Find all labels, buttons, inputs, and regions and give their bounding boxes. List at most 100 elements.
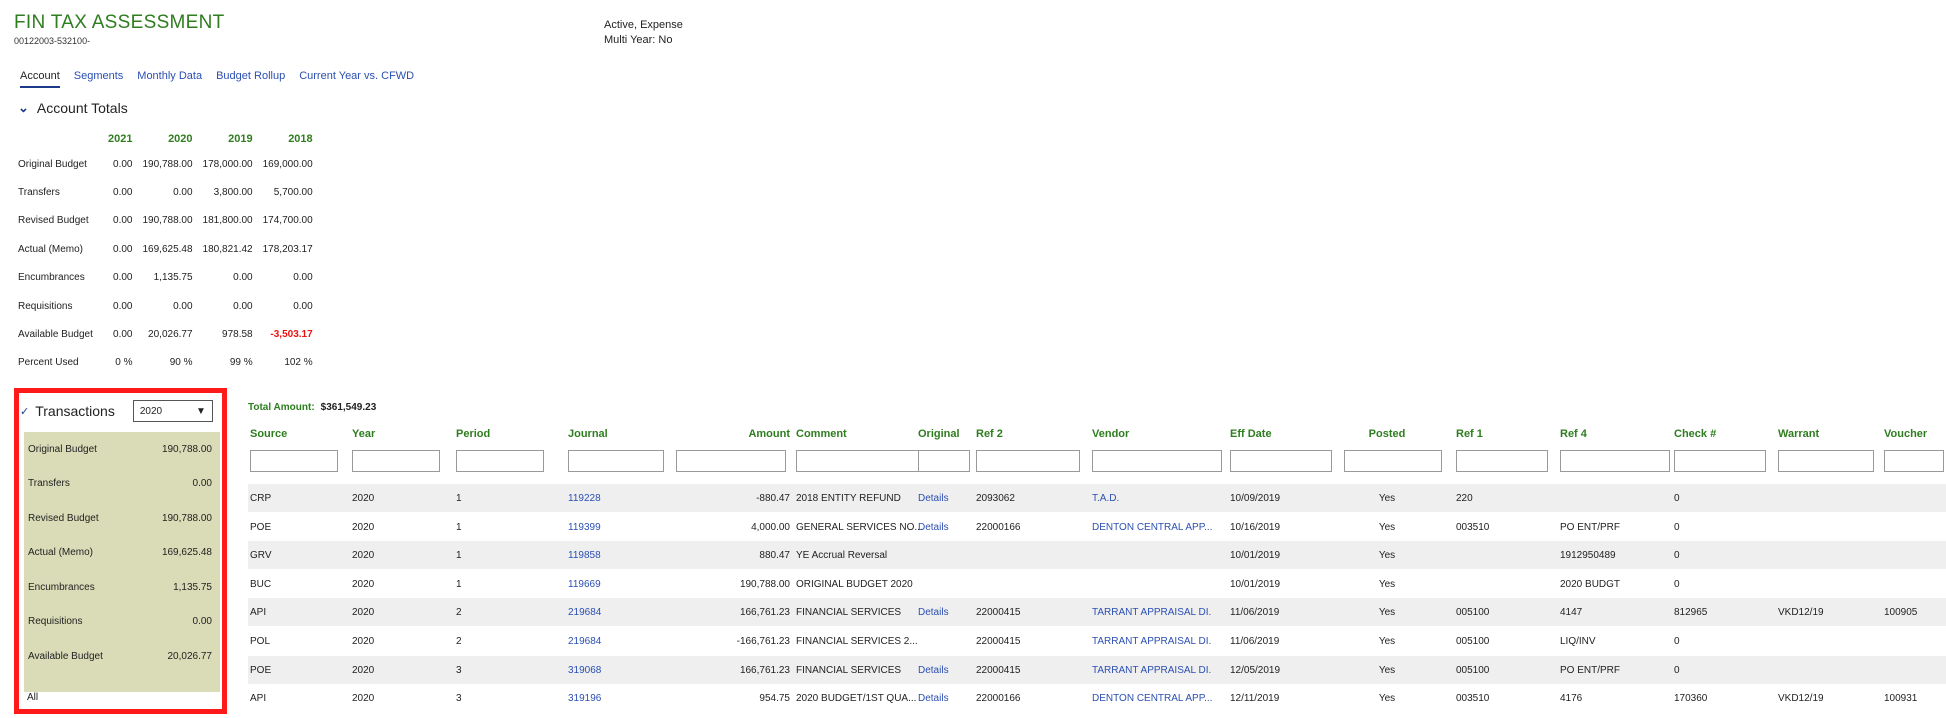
- tab-bar: Account Segments Monthly Data Budget Rol…: [20, 70, 414, 88]
- column-filter-input[interactable]: [676, 450, 786, 472]
- column-filter-input[interactable]: [1884, 450, 1944, 472]
- status-line-multiyear: Multi Year: No: [604, 34, 673, 46]
- table-cell: 003510: [1456, 521, 1490, 533]
- table-cell: 2020: [352, 636, 375, 647]
- table-cell: 2020: [352, 607, 375, 619]
- cell-link[interactable]: Details: [918, 522, 970, 533]
- cell-link[interactable]: TARRANT APPRAISAL DI...: [1092, 665, 1212, 676]
- table-cell: 812965: [1674, 607, 1708, 619]
- cell-link[interactable]: 319196: [568, 693, 658, 704]
- table-row[interactable]: BUC 2020 1 119669 190,788.00 ORIGINAL BUDGET …: [248, 570, 1946, 598]
- cell-link[interactable]: 119228: [568, 493, 658, 504]
- tab-monthly-data[interactable]: Monthly Data: [137, 70, 202, 88]
- column-filter-input[interactable]: [1456, 450, 1548, 472]
- totals-year-header: 2020: [168, 133, 193, 145]
- summary-row: Actual (Memo) 169,625.48: [24, 536, 220, 571]
- cell-link[interactable]: 319068: [568, 665, 658, 676]
- cell-link[interactable]: 219684: [568, 607, 658, 618]
- tab-budget-rollup[interactable]: Budget Rollup: [216, 70, 285, 88]
- column-filter-input[interactable]: [1560, 450, 1670, 472]
- column-header[interactable]: Original: [918, 428, 970, 440]
- column-filter-input[interactable]: [1344, 450, 1442, 472]
- column-filter-input[interactable]: [352, 450, 440, 472]
- column-header[interactable]: Vendor: [1092, 428, 1212, 440]
- cell-link[interactable]: Details: [918, 693, 970, 704]
- table-row[interactable]: API 2020 2 219684 166,761.23 FINANCIAL SERVIC…: [248, 598, 1946, 627]
- table-cell: API: [250, 607, 267, 619]
- column-header[interactable]: Journal: [568, 428, 658, 440]
- totals-row: Available Budget 0.00 20,026.77 978.58 -3,50…: [18, 320, 313, 348]
- cell-link[interactable]: 119669: [568, 579, 658, 590]
- column-filter-input[interactable]: [796, 450, 928, 472]
- column-filter-input[interactable]: [976, 450, 1080, 472]
- column-header[interactable]: Year: [352, 428, 422, 440]
- table-cell: 2020 BUDGET/1ST QUA...: [796, 693, 917, 705]
- summary-row: Requisitions 0.00: [24, 605, 220, 640]
- cell-link[interactable]: Details: [918, 607, 970, 618]
- column-header[interactable]: Ref 4: [1560, 428, 1660, 440]
- column-header[interactable]: Amount: [676, 428, 790, 440]
- table-cell: Yes: [1378, 664, 1396, 676]
- table-cell: 3: [456, 664, 462, 676]
- table-row[interactable]: API 2020 3 319196 954.75 2020 BUDGET/1ST QUA.…: [248, 684, 1946, 712]
- table-cell: 12/05/2019: [1230, 664, 1281, 676]
- tab-current-year-vs-cfwd[interactable]: Current Year vs. CFWD: [299, 70, 414, 88]
- column-filter-input[interactable]: [1778, 450, 1874, 472]
- table-row[interactable]: POE 2020 1 119399 4,000.00 GENERAL SERVICES N…: [248, 513, 1946, 541]
- column-header[interactable]: Ref 2: [976, 428, 1076, 440]
- table-cell: POE: [250, 664, 272, 676]
- column-header[interactable]: Warrant: [1778, 428, 1868, 440]
- totals-cell: 1,135.75: [153, 272, 193, 284]
- column-filter-input[interactable]: [456, 450, 544, 472]
- table-cell: 1: [456, 550, 462, 562]
- all-filter-label[interactable]: All: [27, 692, 38, 703]
- column-header[interactable]: Check #: [1674, 428, 1764, 440]
- table-cell: -166,761.23: [736, 636, 790, 647]
- cell-link[interactable]: TARRANT APPRAISAL DI...: [1092, 636, 1212, 647]
- column-filter-input[interactable]: [1092, 450, 1222, 472]
- tab-account[interactable]: Account: [20, 70, 60, 88]
- cell-link[interactable]: DENTON CENTRAL APP...: [1092, 522, 1212, 533]
- totals-cell: 90 %: [169, 357, 193, 369]
- table-row[interactable]: CRP 2020 1 119228 -880.47 2018 ENTITY REFUND D…: [248, 484, 1946, 512]
- column-header[interactable]: Comment: [796, 428, 936, 440]
- table-cell: 10/16/2019: [1230, 521, 1281, 533]
- column-filter-input[interactable]: [1230, 450, 1332, 472]
- table-cell: VKD12/19: [1778, 607, 1824, 619]
- column-header[interactable]: Source: [250, 428, 336, 440]
- table-row[interactable]: POL 2020 2 219684 -166,761.23 FINANCIAL SERVI…: [248, 627, 1946, 655]
- cell-link[interactable]: TARRANT APPRAISAL DI...: [1092, 607, 1212, 618]
- summary-value: 169,625.48: [161, 547, 212, 559]
- totals-cell: 178,000.00: [202, 158, 253, 170]
- cell-link[interactable]: T.A.D.: [1092, 493, 1212, 504]
- column-filter-input[interactable]: [918, 450, 970, 472]
- table-cell: 12/11/2019: [1230, 693, 1280, 705]
- year-select[interactable]: 2020 ▼: [132, 400, 213, 422]
- cell-link[interactable]: 119399: [568, 522, 658, 533]
- table-row[interactable]: POE 2020 3 319068 166,761.23 FINANCIAL SERVIC…: [248, 655, 1946, 684]
- cell-link[interactable]: 119858: [568, 550, 658, 561]
- cell-link[interactable]: 219684: [568, 636, 658, 647]
- cell-link[interactable]: Details: [918, 665, 970, 676]
- table-cell: 005100: [1456, 664, 1490, 676]
- table-cell: 166,761.23: [739, 664, 790, 676]
- table-cell: Yes: [1378, 550, 1396, 562]
- tab-segments[interactable]: Segments: [74, 70, 124, 88]
- totals-cell: 0.00: [113, 187, 133, 199]
- cell-link[interactable]: Details: [918, 493, 970, 504]
- table-row[interactable]: GRV 2020 1 119858 880.47 YE Accrual Reversal 1…: [248, 541, 1946, 570]
- column-filter-input[interactable]: [250, 450, 338, 472]
- column-filter-input[interactable]: [568, 450, 664, 472]
- account-totals-toggle[interactable]: ⌄ Account Totals: [18, 100, 128, 116]
- cell-link[interactable]: DENTON CENTRAL APP...: [1092, 693, 1212, 704]
- column-header[interactable]: Period: [456, 428, 526, 440]
- column-header[interactable]: Ref 1: [1456, 428, 1546, 440]
- column-header[interactable]: Eff Date: [1230, 428, 1332, 440]
- column-header[interactable]: Voucher: [1884, 428, 1946, 440]
- totals-header-blank: [18, 128, 98, 150]
- account-code: 00122003-532100-: [14, 36, 91, 46]
- column-header[interactable]: Posted: [1344, 428, 1430, 440]
- column-filter-input[interactable]: [1674, 450, 1766, 472]
- table-cell: 0: [1674, 578, 1680, 590]
- totals-cell: 169,000.00: [262, 158, 313, 170]
